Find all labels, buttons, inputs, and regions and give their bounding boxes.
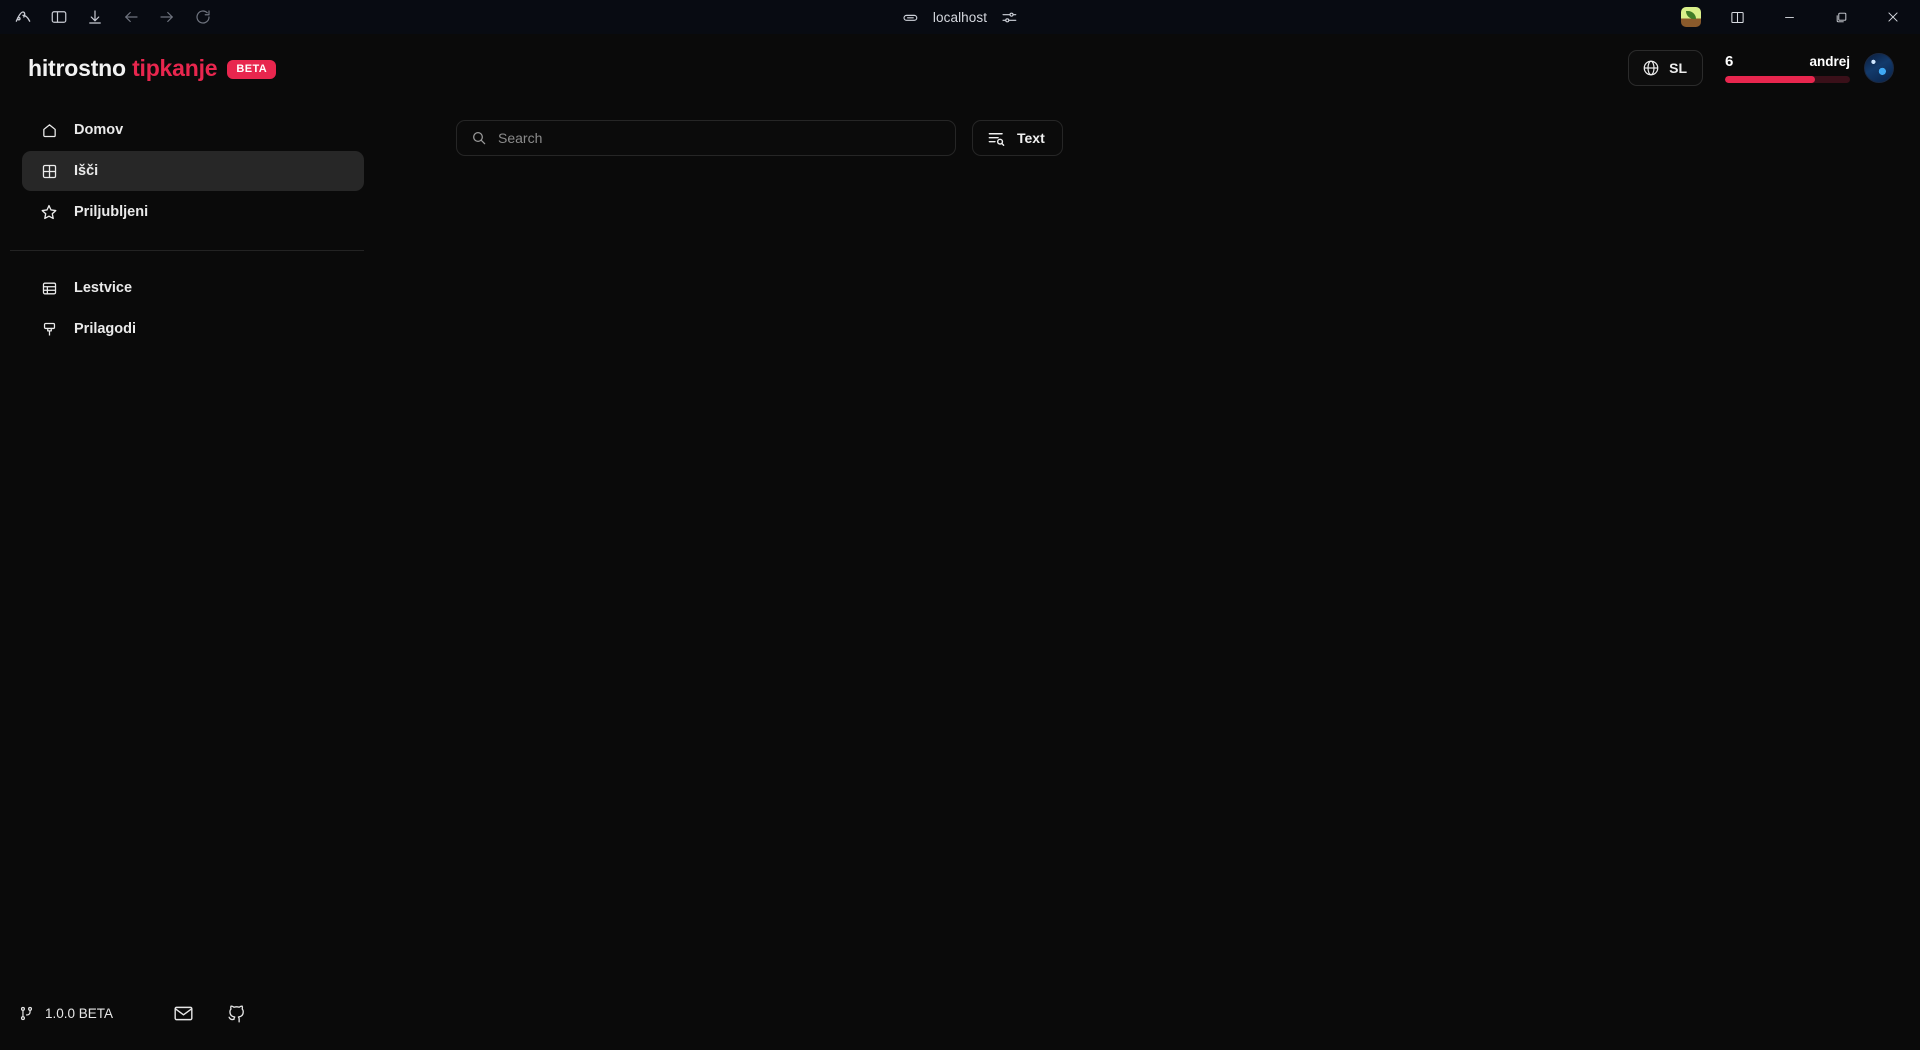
page-settings-icon[interactable] (1001, 9, 1018, 26)
git-branch-icon (18, 1005, 35, 1022)
app-root: hitrostno tipkanje BETA SL 6 andrej Domo… (0, 34, 1920, 1050)
extension-seedling-icon[interactable] (1674, 3, 1708, 31)
home-icon (40, 121, 58, 139)
back-icon[interactable] (114, 3, 148, 31)
logo-text-primary: hitrostno (28, 54, 126, 81)
language-code: SL (1669, 60, 1687, 76)
address-bar-text[interactable]: localhost (933, 10, 987, 25)
browser-left-controls (0, 3, 220, 31)
xp-progress-bar (1725, 76, 1850, 83)
browser-address-area[interactable]: localhost (902, 0, 1018, 34)
sidebar-toggle-icon[interactable] (42, 3, 76, 31)
header-right-controls: SL 6 andrej (1628, 50, 1894, 86)
sidebar-item-label: Išči (74, 163, 99, 179)
browser-right-controls (1674, 0, 1920, 34)
version-info: 1.0.0 BETA (0, 1005, 113, 1022)
mail-icon[interactable] (173, 1003, 194, 1024)
user-profile[interactable]: 6 andrej (1725, 53, 1894, 83)
split-view-icon[interactable] (1714, 0, 1760, 34)
sidebar-footer: 1.0.0 BETA (0, 998, 386, 1050)
link-icon[interactable] (902, 9, 919, 26)
app-body: Domov Išči Priljubljeni Lestvice Prilago… (0, 102, 1920, 1050)
sidebar-item-isci[interactable]: Išči (22, 151, 364, 191)
browser-toolbar: localhost (0, 0, 1920, 34)
sidebar-divider (10, 250, 364, 251)
download-icon[interactable] (78, 3, 112, 31)
sidebar: Domov Išči Priljubljeni Lestvice Prilago… (0, 102, 386, 1050)
sidebar-item-priljubljeni[interactable]: Priljubljeni (22, 192, 364, 232)
table-icon (40, 279, 58, 297)
close-icon[interactable] (1870, 0, 1916, 34)
beta-badge: BETA (227, 59, 277, 79)
sidebar-item-label: Prilagodi (74, 321, 137, 337)
text-filter-button[interactable]: Text (972, 120, 1063, 156)
xp-progress-fill (1725, 76, 1815, 83)
sidebar-secondary-group: Lestvice Prilagodi (0, 268, 386, 350)
grid-icon (40, 162, 58, 180)
sidebar-item-label: Domov (74, 122, 124, 138)
user-progress-block: 6 andrej (1725, 53, 1850, 83)
search-toolbar: Search Text (386, 120, 1920, 156)
main-content: Search Text (386, 102, 1920, 1050)
search-input[interactable]: Search (498, 130, 542, 146)
sidebar-item-lestvice[interactable]: Lestvice (22, 268, 364, 308)
user-level: 6 (1725, 53, 1734, 70)
text-filter-label: Text (1017, 130, 1045, 146)
reload-icon[interactable] (186, 3, 220, 31)
user-name: andrej (1809, 54, 1850, 69)
avatar[interactable] (1864, 53, 1894, 83)
search-icon (471, 130, 487, 146)
search-field-wrapper[interactable]: Search (456, 120, 956, 156)
app-logo[interactable]: hitrostno tipkanje BETA (28, 54, 277, 82)
app-header: hitrostno tipkanje BETA SL 6 andrej (0, 34, 1920, 102)
logo-text-accent: tipkanje (132, 54, 218, 81)
minimize-icon[interactable] (1766, 0, 1812, 34)
paintbrush-icon (40, 320, 58, 338)
language-button[interactable]: SL (1628, 50, 1703, 86)
forward-icon[interactable] (150, 3, 184, 31)
github-icon[interactable] (226, 1003, 247, 1024)
sidebar-item-prilagodi[interactable]: Prilagodi (22, 309, 364, 349)
sidebar-item-label: Priljubljeni (74, 204, 149, 220)
star-icon (40, 203, 58, 221)
arc-logo-icon[interactable] (6, 3, 40, 31)
version-label: 1.0.0 BETA (45, 1005, 114, 1021)
sidebar-primary-group: Domov Išči Priljubljeni (0, 110, 386, 233)
sidebar-item-domov[interactable]: Domov (22, 110, 364, 150)
text-search-icon (987, 129, 1006, 148)
sidebar-item-label: Lestvice (74, 280, 133, 296)
maximize-icon[interactable] (1818, 0, 1864, 34)
globe-icon (1642, 59, 1660, 77)
footer-links (173, 1003, 247, 1024)
